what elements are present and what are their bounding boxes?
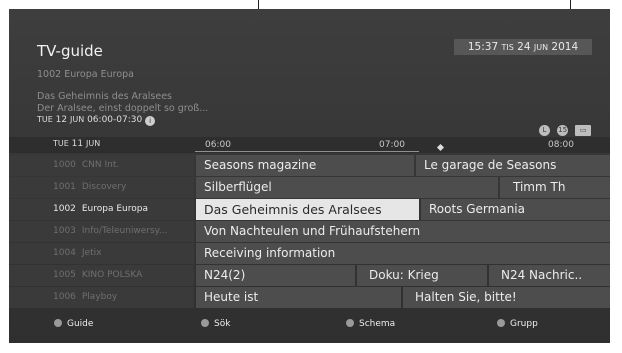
callout-line-left [258, 0, 259, 9]
channel-label[interactable]: 1000 CNN Int. [9, 155, 194, 176]
channel-name: Europa Europa [81, 204, 148, 214]
guide-date-weekday: TUE [53, 139, 69, 148]
age-rating-icon: 15 [557, 125, 569, 136]
program-cell[interactable]: Doku: Krieg [357, 265, 487, 286]
guide-date: TUE 11 JUN [53, 139, 100, 149]
channel-row: 1001 Discovery Silberflügel Timm Th [9, 177, 610, 198]
schedule-button-label: Schema [359, 319, 396, 329]
callout-line-right [570, 0, 571, 9]
channel-label[interactable]: 1001 Discovery [9, 177, 194, 198]
channel-number: 1006 [53, 292, 76, 302]
program-cell[interactable]: Von Nachteulen und Frühaufstehern [196, 221, 610, 242]
program-cell[interactable]: Heute ist [196, 287, 401, 308]
program-cell[interactable]: N24 Nachric.. [489, 265, 610, 286]
time-tick: 06:00 [205, 140, 231, 150]
channel-row: 1002 Europa Europa Das Geheimnis des Ara… [9, 199, 610, 220]
tv-guide-screen: TV-guide 15:37 TIS 24 JUN 2014 1002 Euro… [9, 9, 610, 343]
channel-label[interactable]: 1004 Jetix [9, 243, 194, 264]
channel-number: 1005 [53, 270, 76, 280]
time-tick: 07:00 [379, 140, 405, 150]
program-title-text: Das Geheimnis des Aralsees [37, 91, 172, 102]
selected-channel-label: 1002 Europa Europa [37, 69, 134, 80]
program-time-range: 06:00-07:30 [87, 115, 143, 125]
clock-day: 24 [517, 41, 531, 53]
timeline-bar: TUE 11 JUN 06:00 07:00 08:00 [9, 137, 610, 153]
channel-name: CNN Int. [81, 160, 120, 170]
program-cell[interactable]: Halten Sie, bitte! [403, 287, 610, 308]
clock-year: 2014 [551, 41, 579, 53]
clock-icon: L [539, 125, 550, 136]
program-weekday: TUE [37, 115, 53, 124]
program-cell[interactable]: Silberflügel [196, 177, 498, 198]
subtitles-icon: ▭ [575, 125, 592, 136]
program-month: JUN [70, 115, 85, 124]
program-cell-selected[interactable]: Das Geheimnis des Aralsees [196, 199, 419, 220]
schedule-button[interactable]: Schema [346, 319, 395, 329]
channel-label[interactable]: 1006 Playboy [9, 287, 194, 308]
program-time: TUE 12 JUN 06:00-07:30 i [37, 115, 156, 126]
program-cell[interactable]: Le garage de Seasons [416, 155, 610, 176]
guide-button-label: Guide [67, 319, 94, 329]
group-button[interactable]: Grupp [497, 319, 538, 329]
program-cell[interactable]: Receiving information [196, 243, 610, 264]
page-title: TV-guide [37, 42, 103, 60]
clock-weekday: TIS [501, 43, 514, 52]
program-badges: L 15 ▭ [537, 117, 592, 136]
channel-number: 1002 [53, 204, 76, 214]
channel-row: 1004 Jetix Receiving information [9, 243, 610, 264]
channel-row: 1000 CNN Int. Seasons magazine Le garage… [9, 155, 610, 176]
search-button-label: Sök [214, 319, 231, 329]
color-key-icon [346, 319, 354, 327]
program-cell[interactable]: Roots Germania [421, 199, 610, 220]
current-time-marker-icon [436, 143, 445, 152]
program-cell[interactable]: N24(2) [196, 265, 355, 286]
channel-label[interactable]: 1005 KINO POLSKA [9, 265, 194, 286]
channel-row: 1003 Info/Teleuniwersy... Von Nachteulen… [9, 221, 610, 242]
channel-name: Discovery [81, 182, 127, 192]
program-day: 12 [55, 115, 68, 125]
channel-name: Info/Teleuniwersy... [81, 226, 168, 236]
channel-label[interactable]: 1003 Info/Teleuniwersy... [9, 221, 194, 242]
guide-date-day: 11 [71, 139, 84, 149]
channel-name: Playboy [81, 292, 118, 302]
channel-number: 1000 [53, 160, 76, 170]
guide-date-month: JUN [86, 139, 101, 148]
channel-name: Jetix [81, 248, 102, 258]
color-key-icon [497, 319, 505, 327]
channel-row: 1005 KINO POLSKA N24(2) Doku: Krieg N24 … [9, 265, 610, 286]
clock-time: 15:37 [467, 41, 499, 53]
program-description: Der Aralsee, einst doppelt so groß... [37, 103, 209, 114]
search-button[interactable]: Sök [201, 319, 230, 329]
clock-display: 15:37 TIS 24 JUN 2014 [454, 39, 592, 55]
color-button-legend: Guide Sök Schema Grupp [9, 311, 610, 343]
guide-button[interactable]: Guide [54, 319, 93, 329]
program-cell[interactable]: Timm Th [500, 177, 610, 198]
elapsed-time-line [195, 151, 419, 152]
program-cell[interactable]: Seasons magazine [196, 155, 414, 176]
channel-number: 1001 [53, 182, 76, 192]
clock-month: JUN [533, 43, 549, 52]
info-icon[interactable]: i [145, 116, 156, 126]
group-button-label: Grupp [510, 319, 538, 329]
channel-row: 1006 Playboy Heute ist Halten Sie, bitte… [9, 287, 610, 308]
color-key-icon [54, 319, 62, 327]
time-tick: 08:00 [548, 140, 574, 150]
channel-label[interactable]: 1002 Europa Europa [9, 199, 194, 220]
channel-name: KINO POLSKA [81, 270, 143, 280]
channel-number: 1003 [53, 226, 76, 236]
channel-number: 1004 [53, 248, 76, 258]
color-key-icon [201, 319, 209, 327]
